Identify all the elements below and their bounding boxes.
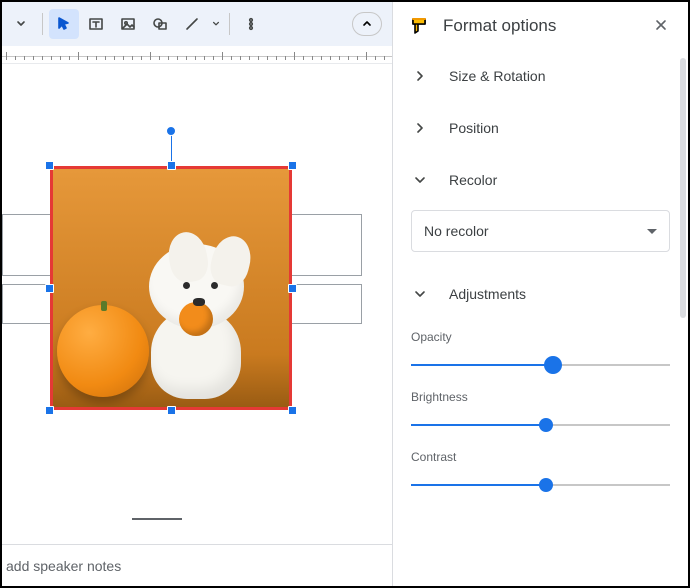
contrast-control: Contrast bbox=[411, 450, 670, 492]
slide-canvas[interactable]: Click to add title Click to add subtitle bbox=[2, 64, 392, 586]
horizontal-ruler bbox=[2, 46, 392, 64]
insert-image-tool[interactable] bbox=[113, 9, 143, 39]
collapse-toolbar[interactable] bbox=[352, 12, 382, 36]
chevron-down-icon bbox=[411, 175, 429, 185]
recolor-selected-value: No recolor bbox=[424, 223, 489, 239]
opacity-slider[interactable] bbox=[411, 358, 670, 372]
format-options-panel: Format options Size & Rotation Position bbox=[392, 2, 688, 586]
contrast-label: Contrast bbox=[411, 450, 670, 464]
opacity-control: Opacity bbox=[411, 330, 670, 372]
text-box-tool[interactable] bbox=[81, 9, 111, 39]
close-panel-button[interactable] bbox=[650, 11, 672, 42]
rotation-handle[interactable] bbox=[166, 126, 176, 136]
image-content bbox=[50, 166, 292, 410]
chevron-right-icon bbox=[411, 70, 429, 82]
resize-handle-t[interactable] bbox=[167, 161, 176, 170]
section-adjustments[interactable]: Adjustments bbox=[393, 268, 688, 320]
section-position[interactable]: Position bbox=[393, 102, 688, 154]
section-recolor[interactable]: Recolor bbox=[393, 154, 688, 206]
section-label: Adjustments bbox=[449, 286, 526, 302]
resize-handle-tr[interactable] bbox=[288, 161, 297, 170]
slide-divider bbox=[132, 518, 182, 520]
brightness-slider-thumb[interactable] bbox=[539, 418, 553, 432]
opacity-slider-thumb[interactable] bbox=[544, 356, 562, 374]
section-label: Position bbox=[449, 120, 499, 136]
panel-header: Format options bbox=[393, 2, 688, 50]
more-tools[interactable] bbox=[236, 9, 266, 39]
panel-scrollbar[interactable] bbox=[680, 58, 686, 318]
recolor-dropdown[interactable]: No recolor bbox=[411, 210, 670, 252]
toolbar bbox=[2, 2, 392, 46]
resize-handle-r[interactable] bbox=[288, 284, 297, 293]
resize-handle-b[interactable] bbox=[167, 406, 176, 415]
resize-handle-bl[interactable] bbox=[45, 406, 54, 415]
resize-handle-br[interactable] bbox=[288, 406, 297, 415]
chevron-down-icon bbox=[411, 289, 429, 299]
brightness-label: Brightness bbox=[411, 390, 670, 404]
section-label: Size & Rotation bbox=[449, 68, 546, 84]
dog-graphic bbox=[121, 229, 261, 399]
chevron-right-icon bbox=[411, 122, 429, 134]
contrast-slider-thumb[interactable] bbox=[539, 478, 553, 492]
rotation-stem bbox=[171, 134, 172, 162]
panel-title: Format options bbox=[443, 16, 636, 36]
format-options-icon bbox=[409, 16, 429, 36]
resize-handle-tl[interactable] bbox=[45, 161, 54, 170]
brightness-control: Brightness bbox=[411, 390, 670, 432]
section-size-rotation[interactable]: Size & Rotation bbox=[393, 50, 688, 102]
toolbar-dropdown-caret[interactable] bbox=[6, 9, 36, 39]
resize-handle-l[interactable] bbox=[45, 284, 54, 293]
section-label: Recolor bbox=[449, 172, 497, 188]
speaker-notes[interactable]: add speaker notes bbox=[2, 544, 392, 586]
selected-image[interactable] bbox=[50, 166, 292, 410]
brightness-slider[interactable] bbox=[411, 418, 670, 432]
caret-down-icon bbox=[647, 229, 657, 234]
contrast-slider[interactable] bbox=[411, 478, 670, 492]
line-tool-dropdown[interactable] bbox=[209, 9, 223, 39]
select-tool[interactable] bbox=[49, 9, 79, 39]
shape-tool[interactable] bbox=[145, 9, 175, 39]
speaker-notes-placeholder: add speaker notes bbox=[6, 558, 121, 574]
opacity-label: Opacity bbox=[411, 330, 670, 344]
line-tool[interactable] bbox=[177, 9, 207, 39]
